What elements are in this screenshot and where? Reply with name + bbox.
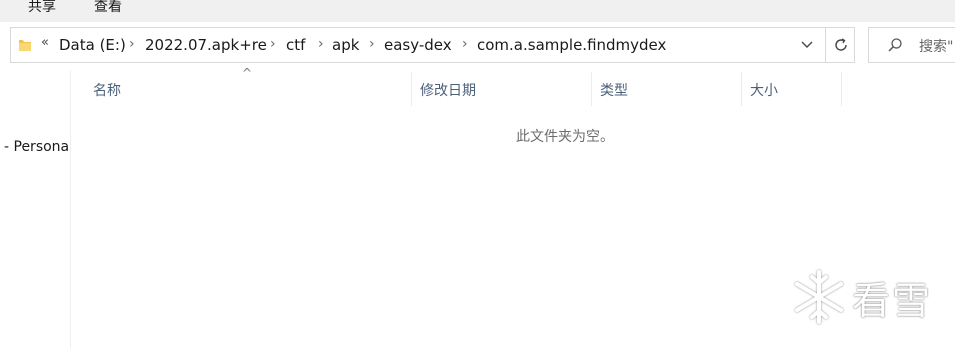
column-header-label: 大小	[750, 83, 778, 99]
column-header-modified[interactable]: 修改日期	[412, 72, 592, 106]
chevron-right-icon[interactable]: ›	[270, 36, 276, 52]
refresh-icon	[835, 38, 847, 51]
snowflake-logo-icon	[790, 268, 848, 330]
column-header-name[interactable]: 名称	[85, 72, 412, 106]
breadcrumb-easy-dex[interactable]: easy-dex	[384, 36, 452, 54]
column-header-type[interactable]: 类型	[592, 72, 742, 106]
ribbon-tab-strip: 共享 查看	[0, 0, 955, 22]
chevron-right-icon[interactable]: ›	[369, 36, 375, 52]
empty-folder-message: 此文件夹为空。	[516, 129, 614, 145]
chevron-right-icon[interactable]: ›	[318, 36, 324, 52]
column-header-label: 名称	[93, 83, 121, 99]
column-header-label: 修改日期	[420, 83, 476, 99]
column-header-size[interactable]: 大小	[742, 72, 842, 106]
tab-view[interactable]: 查看	[94, 0, 122, 16]
breadcrumb-ctf[interactable]: ctf	[286, 36, 305, 54]
chevron-right-icon[interactable]: ›	[462, 36, 468, 52]
breadcrumb-overflow[interactable]: «	[41, 35, 49, 50]
navigation-pane[interactable]: - Persona	[0, 70, 71, 348]
search-placeholder: 搜索"	[919, 39, 954, 55]
breadcrumb-data-drive[interactable]: Data (E:)	[59, 36, 126, 54]
breadcrumb-apk[interactable]: apk	[332, 36, 359, 54]
column-header-label: 类型	[600, 83, 628, 99]
nav-item-personal[interactable]: - Persona	[4, 139, 69, 155]
tab-share[interactable]: 共享	[28, 0, 56, 16]
chevron-right-icon[interactable]: ›	[129, 36, 135, 52]
watermark-text: 看雪	[852, 279, 933, 323]
search-icon	[887, 37, 903, 57]
address-bar[interactable]: « Data (E:) › 2022.07.apk+re › ctf › apk…	[10, 27, 855, 63]
search-input[interactable]: 搜索"	[868, 27, 955, 63]
refresh-button[interactable]	[826, 28, 856, 62]
folder-icon	[17, 37, 33, 57]
breadcrumb-findmydex[interactable]: com.a.sample.findmydex	[477, 36, 666, 54]
address-dropdown-button[interactable]	[791, 28, 823, 62]
chevron-down-icon	[801, 41, 813, 48]
breadcrumb-apk-re[interactable]: 2022.07.apk+re	[145, 36, 267, 54]
